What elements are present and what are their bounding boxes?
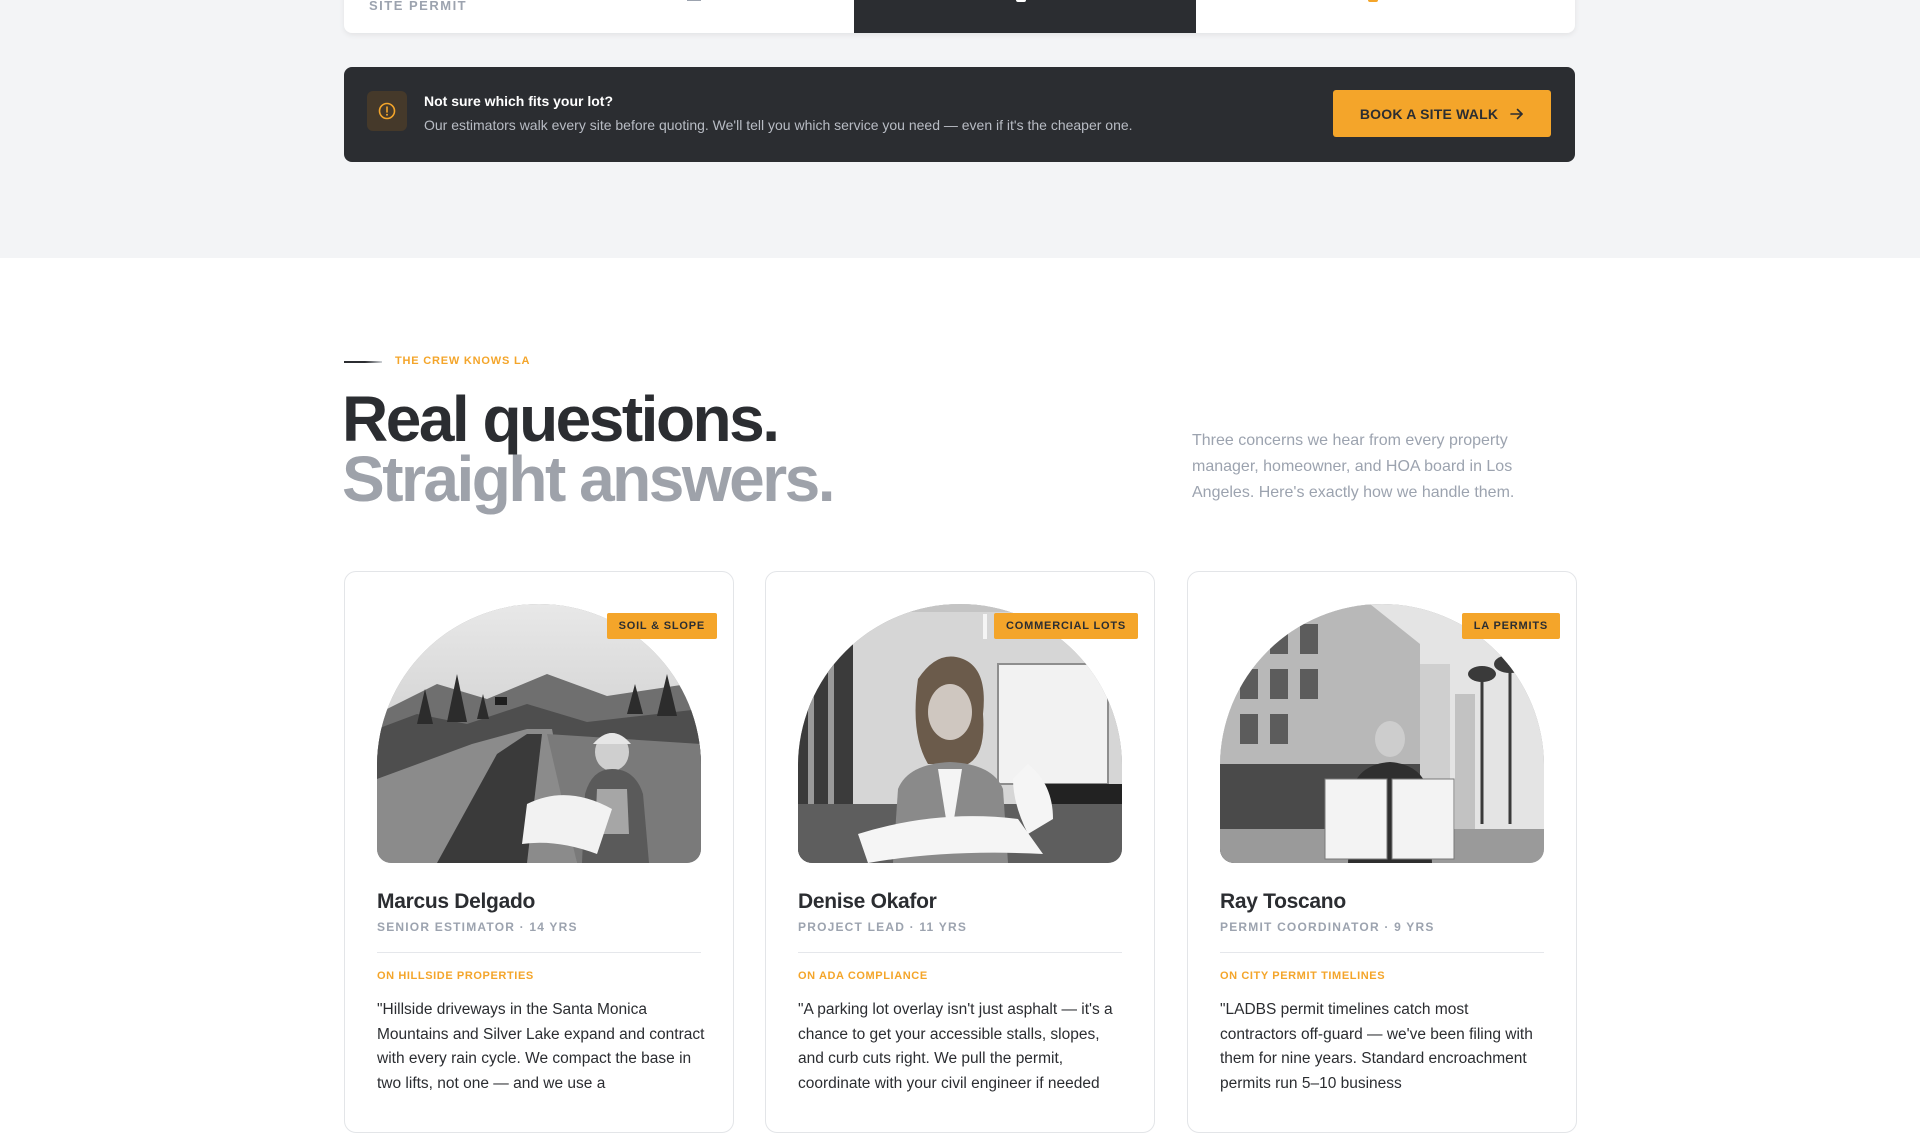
crew-role: PROJECT LEAD · 11 YRS <box>798 920 968 934</box>
category-tag: LA PERMITS <box>1461 613 1560 639</box>
tab-third[interactable] <box>1196 0 1575 33</box>
tab-active[interactable] <box>854 0 1196 33</box>
quote-topic: ON HILLSIDE PROPERTIES <box>377 970 534 982</box>
book-site-walk-button[interactable]: BOOK A SITE WALK <box>1333 90 1551 137</box>
crew-name: Marcus Delgado <box>377 890 536 913</box>
section-heading-line2: Straight answers. <box>342 443 836 515</box>
crew-name: Ray Toscano <box>1220 890 1346 913</box>
category-tag: SOIL & SLOPE <box>606 613 717 639</box>
cta-description: Our estimators walk every site before qu… <box>424 117 1133 133</box>
section-intro: Three concerns we hear from every proper… <box>1192 432 1515 501</box>
crew-photo-city-hall <box>1220 604 1544 863</box>
cta-title: Not sure which fits your lot? <box>424 93 614 109</box>
arrow-right-icon <box>1510 108 1523 119</box>
dash-icon <box>687 0 701 1</box>
crew-photo-office <box>798 604 1122 863</box>
check-icon <box>1368 0 1378 2</box>
section-eyebrow: THE CREW KNOWS LA <box>395 355 531 367</box>
service-tabs: SITE PERMIT <box>344 0 1575 33</box>
book-site-walk-label: BOOK A SITE WALK <box>1359 105 1499 122</box>
crew-card: SOIL & SLOPE Marcus Delgado SENIOR ESTIM… <box>344 571 734 1133</box>
crew-photo-hillside <box>377 604 701 863</box>
card-divider <box>377 952 701 953</box>
card-divider <box>1220 952 1544 953</box>
crew-card: LA PERMITS Ray Toscano PERMIT COORDINATO… <box>1187 571 1577 1133</box>
tab-label: SITE PERMIT <box>369 0 468 13</box>
category-tag: COMMERCIAL LOTS <box>994 613 1138 639</box>
quote-topic: ON ADA COMPLIANCE <box>798 970 928 982</box>
check-icon <box>1016 0 1026 2</box>
alert-circle-icon <box>367 91 407 131</box>
crew-role: SENIOR ESTIMATOR · 14 YRS <box>377 920 578 934</box>
crew-role: PERMIT COORDINATOR · 9 YRS <box>1220 920 1435 934</box>
crew-name: Denise Okafor <box>798 890 937 913</box>
card-divider <box>798 952 1122 953</box>
crew-quote: "A parking lot overlay isn't just asphal… <box>798 1001 1113 1092</box>
site-walk-cta: Not sure which fits your lot? Our estima… <box>344 67 1575 162</box>
tab-site-permit[interactable]: SITE PERMIT <box>344 0 854 33</box>
crew-quote: "Hillside driveways in the Santa Monica … <box>377 1001 705 1092</box>
eyebrow-rule <box>344 361 382 363</box>
crew-card: COMMERCIAL LOTS Denise Okafor PROJECT LE… <box>765 571 1155 1133</box>
crew-quote: "LADBS permit timelines catch most contr… <box>1220 1001 1533 1092</box>
quote-topic: ON CITY PERMIT TIMELINES <box>1220 970 1386 982</box>
